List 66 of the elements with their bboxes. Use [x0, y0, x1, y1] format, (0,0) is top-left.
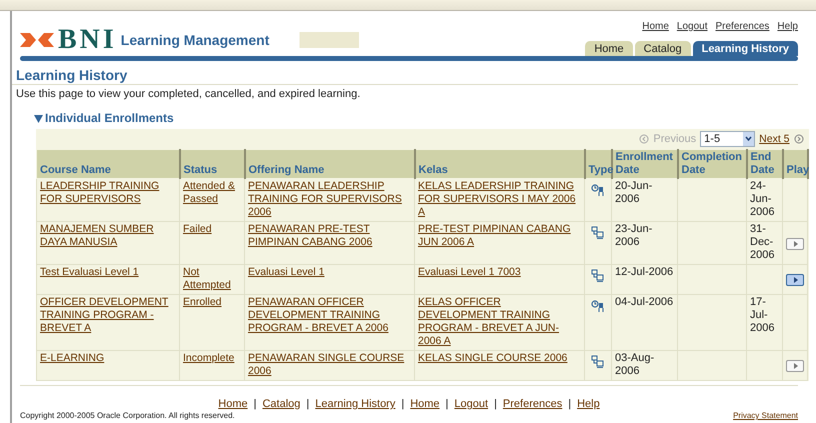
footer-link[interactable]: Home	[410, 398, 440, 410]
separator: |	[494, 398, 497, 410]
play-button[interactable]	[786, 238, 804, 250]
computers-icon	[591, 355, 605, 369]
play-button[interactable]	[786, 360, 804, 372]
footer-link[interactable]: Home	[218, 398, 248, 410]
separator: |	[254, 398, 256, 410]
enrollment-date: 03-Aug-2006	[615, 352, 654, 377]
enrollment-date: 04-Jul-2006	[615, 296, 674, 308]
global-link[interactable]: Help	[777, 21, 798, 32]
column-header: Play	[782, 150, 808, 178]
global-link[interactable]: Logout	[676, 21, 708, 32]
end-date: 24-Jun-2006	[750, 180, 774, 218]
footer-link[interactable]: Preferences	[502, 398, 562, 410]
page-description: Use this page to view your completed, cancelled, and expired learning.	[15, 87, 362, 100]
play-button[interactable]	[786, 274, 804, 286]
global-link[interactable]: Preferences	[716, 21, 770, 32]
end-date: 17-Jul-2006	[750, 296, 774, 334]
column-header: Type	[584, 150, 612, 178]
previous-icon	[639, 134, 650, 144]
disclosure-icon[interactable]	[34, 114, 43, 122]
computers-icon	[591, 226, 605, 240]
nav-tab[interactable]: Catalog	[634, 41, 691, 56]
next-link[interactable]: Next 5	[759, 133, 790, 145]
computers-icon	[591, 269, 605, 283]
separator: |	[446, 398, 448, 410]
column-header: Status	[180, 150, 244, 178]
global-link[interactable]: Home	[642, 21, 669, 32]
logo-icon	[20, 30, 54, 48]
column-header: Enrollment Date	[612, 150, 678, 178]
status-link[interactable]: Enrolled	[183, 296, 222, 309]
play-icon	[792, 277, 798, 283]
separator: |	[401, 398, 404, 410]
column-header: Completion Date	[678, 150, 746, 178]
separator: |	[306, 398, 310, 410]
separator: |	[568, 398, 572, 410]
play-icon	[792, 363, 798, 369]
column-header: Offering Name	[244, 150, 414, 178]
classroom-icon	[591, 183, 605, 197]
play-icon	[792, 240, 798, 246]
enrollment-date: 12-Jul-2006	[615, 266, 674, 278]
enrollment-date: 23-Jun-2006	[615, 223, 652, 248]
dropdown-icon	[743, 132, 754, 146]
column-header: Course Name	[36, 150, 180, 178]
brand-logo-text: BNI	[58, 26, 117, 52]
enrollment-date: 20-Jun-2006	[615, 180, 652, 205]
column-header: Kelas	[414, 150, 584, 178]
privacy-link[interactable]: Privacy Statement	[733, 411, 798, 420]
range-select[interactable]: 1-5	[700, 131, 756, 147]
classroom-icon	[591, 299, 605, 313]
next-icon	[794, 134, 804, 144]
status-link[interactable]: Failed	[183, 223, 212, 236]
course-link[interactable]: E-LEARNING	[40, 352, 104, 365]
nav-tab[interactable]: Learning History	[692, 41, 798, 56]
footer-link[interactable]: Help	[577, 398, 600, 410]
copyright-text: Copyright 2000-2005 Oracle Corporation. All rights reserved.	[20, 411, 235, 420]
page-title: Learning History	[12, 61, 798, 85]
footer-link[interactable]: Logout	[454, 398, 488, 410]
offering-link[interactable]: Evaluasi Level 1	[248, 266, 324, 279]
end-date: 31-Dec-2006	[750, 223, 774, 261]
nav-tab[interactable]: Home	[585, 41, 633, 56]
column-header: End Date	[746, 150, 782, 178]
footer-link[interactable]: Catalog	[262, 398, 300, 410]
product-name: Learning Management	[120, 32, 360, 48]
section-title: Individual Enrollments	[45, 111, 174, 125]
footer-link[interactable]: Learning History	[315, 398, 396, 410]
